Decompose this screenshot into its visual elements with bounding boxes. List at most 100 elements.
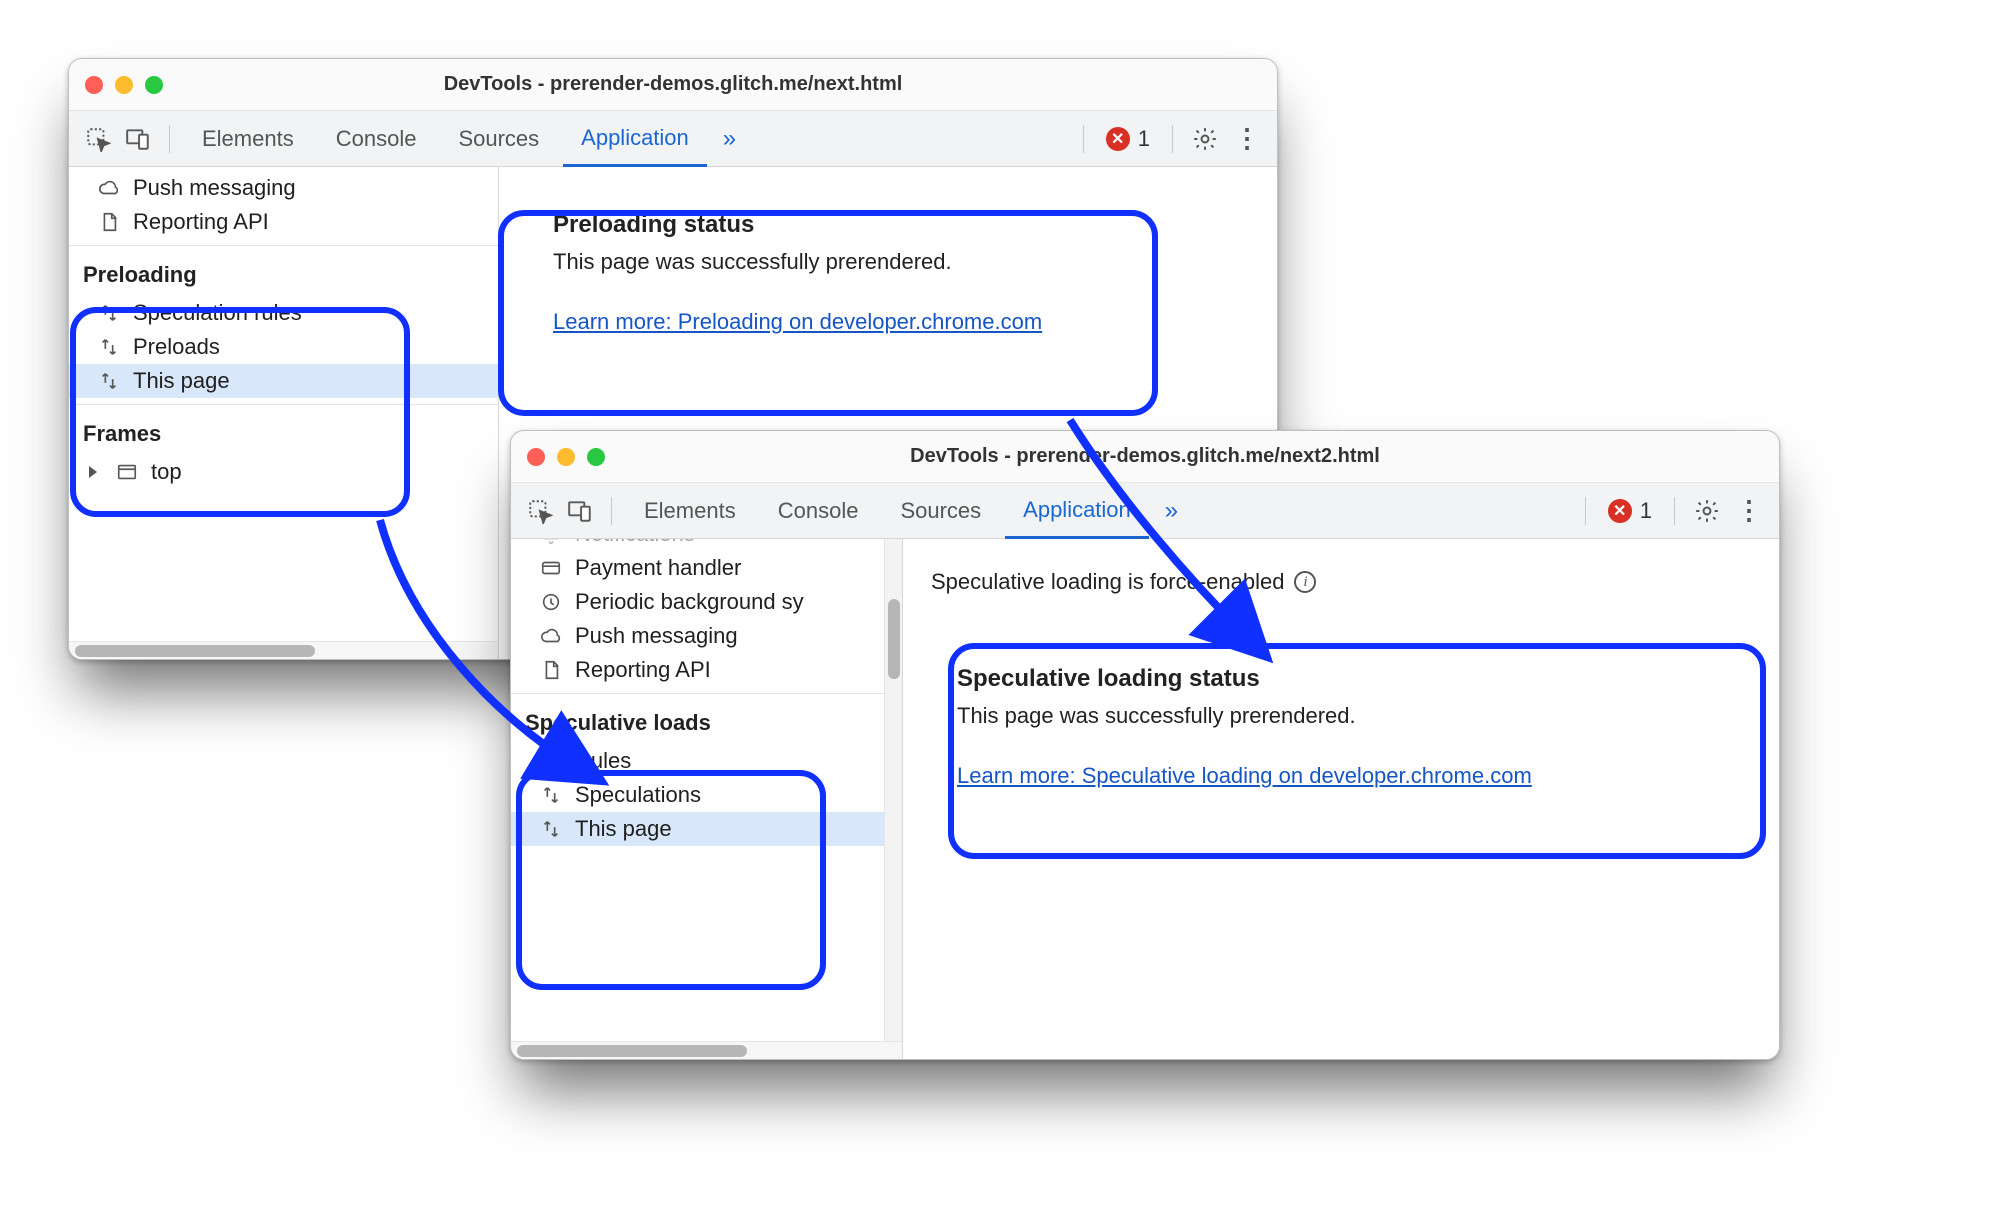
sidebar-vertical-scrollbar[interactable] xyxy=(884,539,902,1041)
sidebar-item-label: Reporting API xyxy=(133,209,269,235)
traffic-lights xyxy=(85,76,163,94)
learn-more-link[interactable]: Learn more: Speculative loading on devel… xyxy=(957,763,1532,788)
titlebar[interactable]: DevTools - prerender-demos.glitch.me/nex… xyxy=(69,59,1277,111)
tab-application[interactable]: Application xyxy=(1005,483,1149,539)
sidebar-item-rules[interactable]: Rules xyxy=(511,744,902,778)
sidebar-item-speculations[interactable]: Speculations xyxy=(511,778,902,812)
preload-icon xyxy=(539,817,563,841)
minimize-icon[interactable] xyxy=(557,448,575,466)
separator xyxy=(1172,125,1173,153)
window-icon xyxy=(115,460,139,484)
sidebar-item-periodic-bg-sync[interactable]: Periodic background sy xyxy=(511,585,902,619)
credit-card-icon xyxy=(539,556,563,580)
inspect-icon[interactable] xyxy=(81,122,115,156)
separator xyxy=(1083,125,1084,153)
sidebar-item-label: Rules xyxy=(575,748,631,774)
error-badge[interactable]: ✕ 1 xyxy=(1098,126,1158,152)
sidebar-item-label: Notifications xyxy=(575,539,695,547)
kebab-menu-icon[interactable]: ⋮ xyxy=(1731,493,1767,529)
separator xyxy=(169,125,170,153)
app-sidebar: Notifications Payment handler Periodic b… xyxy=(511,539,903,1059)
panel-body-text: This page was successfully prerendered. xyxy=(957,703,1721,729)
sidebar-item-push-messaging[interactable]: Push messaging xyxy=(511,619,902,653)
app-sidebar: Push messaging Reporting API Preloading … xyxy=(69,167,499,659)
sidebar-item-this-page[interactable]: This page xyxy=(69,364,498,398)
traffic-lights xyxy=(527,448,605,466)
tab-sources[interactable]: Sources xyxy=(440,111,557,167)
more-tabs-icon[interactable]: » xyxy=(713,125,746,153)
sidebar-item-label: Push messaging xyxy=(575,623,738,649)
separator xyxy=(1674,497,1675,525)
more-tabs-icon[interactable]: » xyxy=(1155,497,1188,525)
panel-heading: Speculative loading status xyxy=(957,665,1721,693)
window-title: DevTools - prerender-demos.glitch.me/nex… xyxy=(511,445,1779,468)
tab-sources[interactable]: Sources xyxy=(882,483,999,539)
sidebar-section-frames[interactable]: Frames xyxy=(69,413,498,455)
zoom-icon[interactable] xyxy=(145,76,163,94)
separator xyxy=(611,497,612,525)
sidebar-item-preloads[interactable]: Preloads xyxy=(69,330,498,364)
preload-icon xyxy=(97,335,121,359)
sidebar-item-label: Payment handler xyxy=(575,555,741,581)
sidebar-item-reporting-api[interactable]: Reporting API xyxy=(69,205,498,239)
sidebar-item-frame-top[interactable]: top xyxy=(69,455,498,489)
error-badge[interactable]: ✕ 1 xyxy=(1600,498,1660,524)
sidebar-horizontal-scrollbar[interactable] xyxy=(511,1041,902,1059)
cloud-icon xyxy=(97,176,121,200)
close-icon[interactable] xyxy=(527,448,545,466)
sidebar-item-speculation-rules[interactable]: Speculation rules xyxy=(69,296,498,330)
titlebar[interactable]: DevTools - prerender-demos.glitch.me/nex… xyxy=(511,431,1779,483)
file-icon xyxy=(539,658,563,682)
sidebar-item-label: Periodic background sy xyxy=(575,589,804,615)
sidebar-item-reporting-api[interactable]: Reporting API xyxy=(511,653,902,687)
zoom-icon[interactable] xyxy=(587,448,605,466)
tab-console[interactable]: Console xyxy=(318,111,435,167)
sidebar-item-label: This page xyxy=(133,368,230,394)
status-text: Speculative loading is force-enabled xyxy=(931,569,1284,595)
panel-heading: Preloading status xyxy=(553,211,1219,239)
info-icon[interactable]: i xyxy=(1294,571,1316,593)
device-toolbar-icon[interactable] xyxy=(563,494,597,528)
window-title: DevTools - prerender-demos.glitch.me/nex… xyxy=(69,73,1277,96)
sidebar-item-label: top xyxy=(151,459,182,485)
sidebar-item-label: Speculations xyxy=(575,782,701,808)
sidebar-item-payment-handler[interactable]: Payment handler xyxy=(511,551,902,585)
inspect-icon[interactable] xyxy=(523,494,557,528)
sidebar-item-label: Push messaging xyxy=(133,175,296,201)
sidebar-item-label: Speculation rules xyxy=(133,300,302,326)
devtools-toolbar: Elements Console Sources Application » ✕… xyxy=(511,483,1779,539)
error-count: 1 xyxy=(1138,126,1150,152)
devtools-window-2: DevTools - prerender-demos.glitch.me/nex… xyxy=(510,430,1780,1060)
devtools-toolbar: Elements Console Sources Application » ✕… xyxy=(69,111,1277,167)
settings-gear-icon[interactable] xyxy=(1187,121,1223,157)
error-icon: ✕ xyxy=(1608,499,1632,523)
sidebar-item-label: Reporting API xyxy=(575,657,711,683)
learn-more-link[interactable]: Learn more: Preloading on developer.chro… xyxy=(553,309,1042,334)
preload-icon xyxy=(539,749,563,773)
sidebar-section-preloading[interactable]: Preloading xyxy=(69,254,498,296)
sidebar-item-this-page[interactable]: This page xyxy=(511,812,902,846)
tab-application[interactable]: Application xyxy=(563,111,707,167)
sidebar-horizontal-scrollbar[interactable] xyxy=(69,641,498,659)
sidebar-section-speculative-loads[interactable]: Speculative loads xyxy=(511,702,902,744)
sidebar-item-push-messaging[interactable]: Push messaging xyxy=(69,171,498,205)
close-icon[interactable] xyxy=(85,76,103,94)
minimize-icon[interactable] xyxy=(115,76,133,94)
tab-console[interactable]: Console xyxy=(760,483,877,539)
tab-elements[interactable]: Elements xyxy=(184,111,312,167)
sidebar-item-notifications[interactable]: Notifications xyxy=(511,539,902,551)
bell-icon xyxy=(539,539,563,546)
settings-gear-icon[interactable] xyxy=(1689,493,1725,529)
error-icon: ✕ xyxy=(1106,127,1130,151)
separator xyxy=(1585,497,1586,525)
file-icon xyxy=(97,210,121,234)
device-toolbar-icon[interactable] xyxy=(121,122,155,156)
status-line: Speculative loading is force-enabled i xyxy=(931,569,1747,595)
error-count: 1 xyxy=(1640,498,1652,524)
kebab-menu-icon[interactable]: ⋮ xyxy=(1229,121,1265,157)
tab-elements[interactable]: Elements xyxy=(626,483,754,539)
preload-icon xyxy=(97,369,121,393)
expand-icon[interactable] xyxy=(89,466,97,478)
preload-icon xyxy=(97,301,121,325)
cloud-icon xyxy=(539,624,563,648)
